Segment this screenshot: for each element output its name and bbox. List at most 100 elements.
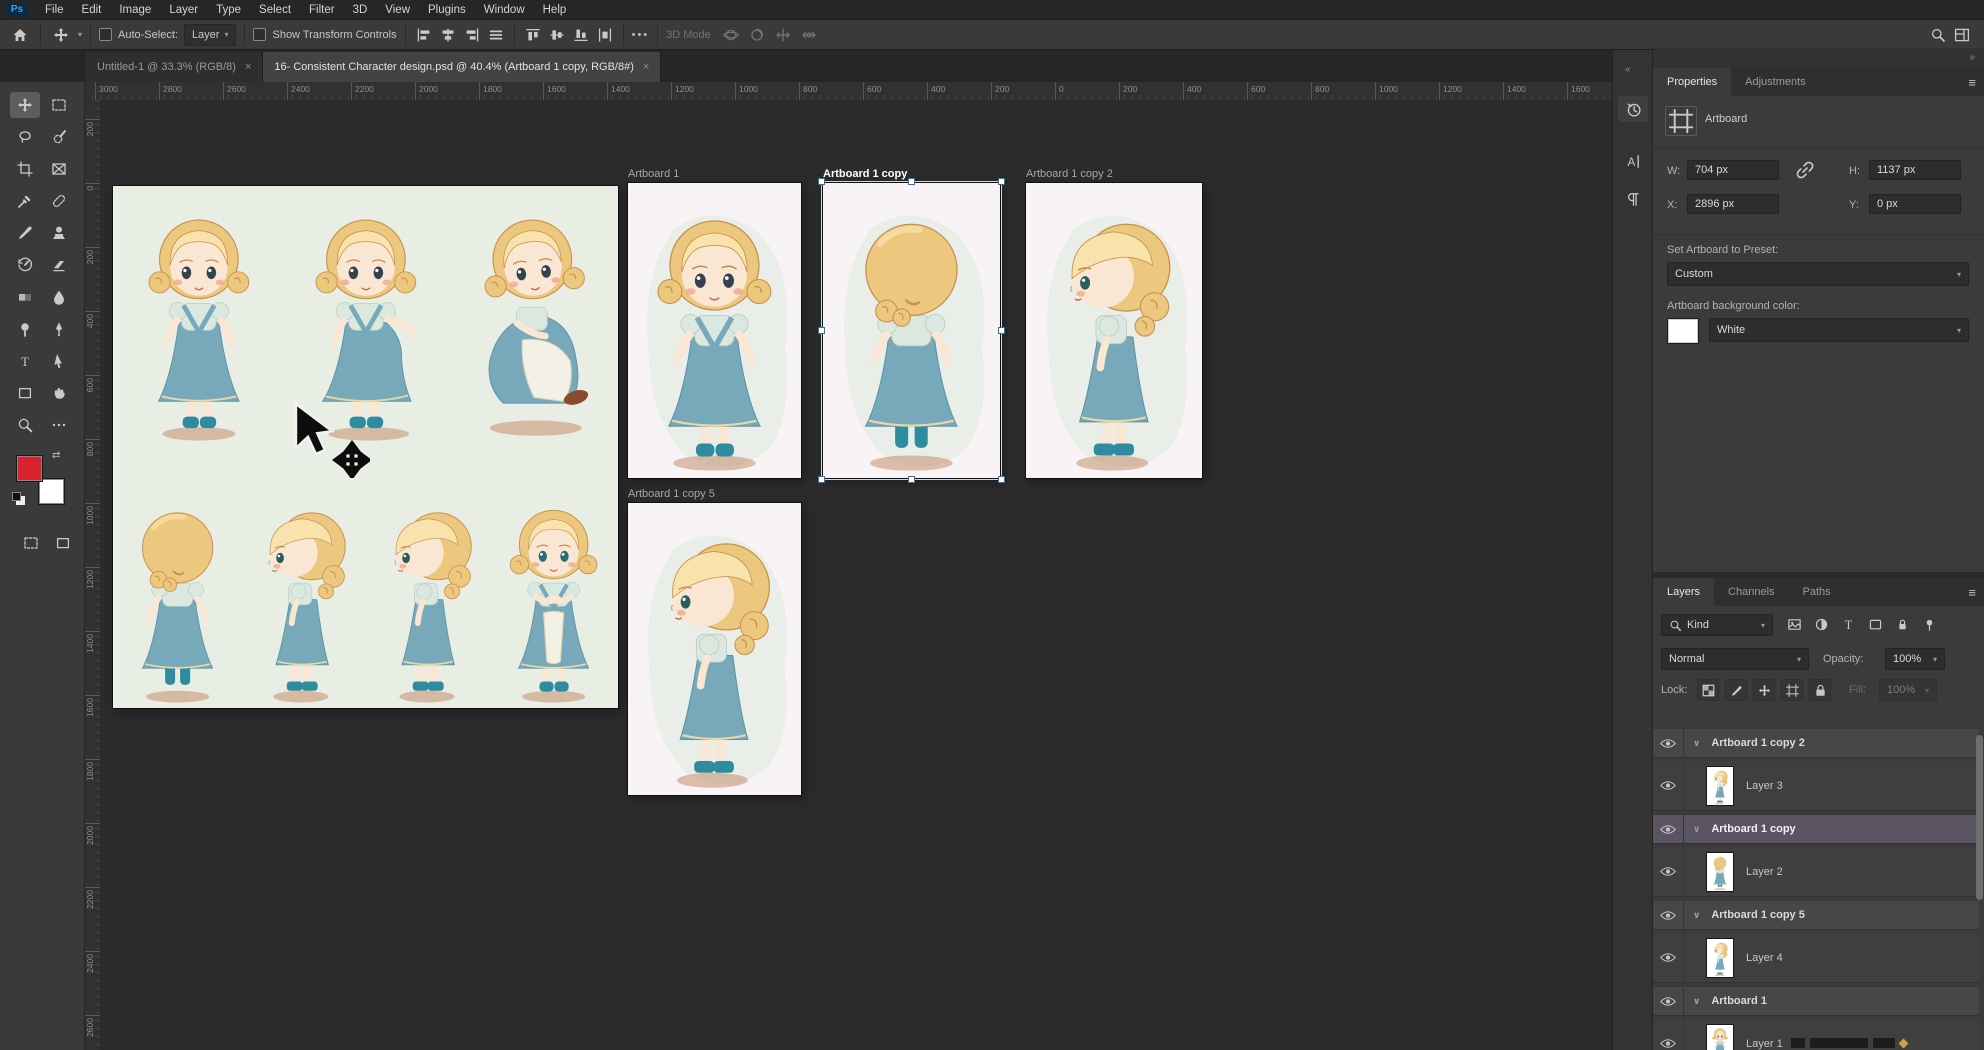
artboard-1-copy-5[interactable] [628,503,801,795]
artboard-1-copy-2[interactable] [1026,183,1202,478]
more-options-button[interactable]: ••• [632,29,650,41]
x-field[interactable]: 2896 px [1687,194,1779,214]
tab-properties[interactable]: Properties [1653,68,1731,96]
selection-handle-w[interactable] [818,327,825,334]
adjustment-filter-icon[interactable] [1814,617,1832,635]
close-icon[interactable]: × [245,61,251,73]
edit-toolbar-tool[interactable] [44,412,74,438]
layer-thumbnail[interactable] [1706,1024,1734,1050]
menu-item-layer[interactable]: Layer [160,3,207,17]
width-field[interactable]: 704 px [1687,160,1779,180]
layer-row-layer-4[interactable]: Layer 4 [1653,933,1979,983]
chevron-down-icon[interactable]: ∨ [1693,738,1700,749]
healing-brush-tool[interactable] [44,188,74,214]
eyedropper-tool[interactable] [10,188,40,214]
dist-center-v-icon[interactable] [547,25,567,45]
menu-item-plugins[interactable]: Plugins [419,3,475,17]
panel-menu-icon[interactable]: ≡ [1968,75,1976,90]
type-tool[interactable]: T [10,348,40,374]
artboard-selection[interactable] [821,181,1002,480]
artboard-group-row-artboard-1-copy[interactable]: ∨Artboard 1 copy [1653,814,1979,844]
artboard-label-artboard-1-copy-2[interactable]: Artboard 1 copy 2 [1026,167,1113,181]
rectangle-tool[interactable] [10,380,40,406]
layer-thumbnail[interactable] [1706,852,1734,892]
menu-item-type[interactable]: Type [207,3,250,17]
tab-channels[interactable]: Channels [1714,578,1788,606]
path-selection-tool[interactable] [44,348,74,374]
menu-item-3d[interactable]: 3D [344,3,377,17]
clone-stamp-tool[interactable] [44,220,74,246]
chevron-down-icon[interactable]: ∨ [1693,910,1700,921]
dist-bottom-icon[interactable] [571,25,591,45]
paragraph-panel-icon[interactable] [1618,186,1648,212]
menu-item-select[interactable]: Select [250,3,300,17]
artboard-group-row-artboard-1-copy-2[interactable]: ∨Artboard 1 copy 2 [1653,728,1979,758]
selection-handle-n[interactable] [908,178,915,185]
frame-tool[interactable] [44,156,74,182]
marquee-tool[interactable] [44,92,74,118]
history-panel-icon[interactable] [1618,96,1648,122]
layer-row-layer-2[interactable]: Layer 2 [1653,847,1979,897]
menu-item-help[interactable]: Help [534,3,576,17]
smart-object-filter-icon[interactable] [1895,617,1913,635]
layers-scrollbar-thumb[interactable] [1976,735,1983,900]
visibility-eye-icon[interactable] [1653,1019,1684,1050]
quick-selection-tool[interactable] [44,124,74,150]
crop-tool[interactable] [10,156,40,182]
blur-tool[interactable] [44,284,74,310]
menu-item-file[interactable]: File [36,3,73,17]
height-field[interactable]: 1137 px [1869,160,1961,180]
layer-row-layer-3[interactable]: Layer 3 [1653,761,1979,811]
lasso-tool[interactable] [10,124,40,150]
visibility-eye-icon[interactable] [1653,761,1684,810]
align-right-icon[interactable] [462,25,482,45]
chevron-down-icon[interactable]: ∨ [1693,824,1700,835]
selection-handle-ne[interactable] [998,178,1005,185]
hand-tool[interactable] [44,380,74,406]
menu-item-edit[interactable]: Edit [73,3,111,17]
brush-tool[interactable] [10,220,40,246]
pen-tool[interactable] [44,316,74,342]
eraser-tool[interactable] [44,252,74,278]
shape-filter-icon[interactable] [1868,617,1886,635]
quick-mask-icon[interactable] [16,530,46,556]
artboard-1-copy[interactable] [823,183,1000,478]
tab-layers[interactable]: Layers [1653,578,1714,606]
preset-dropdown[interactable]: Custom ▾ [1667,262,1969,286]
artboard-1[interactable] [628,183,801,478]
lock-artboard-icon[interactable] [1781,679,1803,701]
search-icon[interactable] [1926,23,1950,47]
character-panel-icon[interactable]: A [1618,148,1648,174]
blend-mode-dropdown[interactable]: Normal ▾ [1661,648,1809,670]
visibility-eye-icon[interactable] [1653,847,1684,896]
align-lines-icon[interactable] [486,25,506,45]
artboard-label-artboard-1[interactable]: Artboard 1 [628,167,679,181]
pixel-filter-icon[interactable] [1787,617,1805,635]
move-tool-icon[interactable] [49,23,73,47]
selection-handle-e[interactable] [998,327,1005,334]
panel-menu-icon[interactable]: ≡ [1968,585,1976,600]
default-colors-icon[interactable] [12,492,21,501]
screen-mode-icon[interactable] [48,530,78,556]
menu-item-filter[interactable]: Filter [300,3,344,17]
visibility-eye-icon[interactable] [1653,815,1684,843]
zoom-tool[interactable] [10,412,40,438]
artboard-bg-color-swatch[interactable] [1667,318,1699,344]
background-color-swatch[interactable] [38,478,65,505]
visibility-eye-icon[interactable] [1653,933,1684,982]
dist-h-icon[interactable] [595,25,615,45]
lock-transparent-icon[interactable] [1697,679,1719,701]
gradient-tool[interactable] [10,284,40,310]
layer-thumbnail[interactable] [1706,766,1734,806]
close-icon[interactable]: × [643,61,649,73]
lock-position-icon[interactable] [1753,679,1775,701]
layer-filter-kind-dropdown[interactable]: Kind ▾ [1661,614,1773,636]
y-field[interactable]: 0 px [1869,194,1961,214]
fill-field[interactable]: 100% ▾ [1879,679,1937,701]
auto-select-target-dropdown[interactable]: Layer ▾ [184,24,237,46]
menu-item-image[interactable]: Image [110,3,160,17]
expand-panels-icon[interactable]: « [1625,64,1631,75]
visibility-eye-icon[interactable] [1653,987,1684,1015]
artboard-bg-color-dropdown[interactable]: White ▾ [1709,318,1969,342]
chevron-down-icon[interactable]: ∨ [1693,996,1700,1007]
